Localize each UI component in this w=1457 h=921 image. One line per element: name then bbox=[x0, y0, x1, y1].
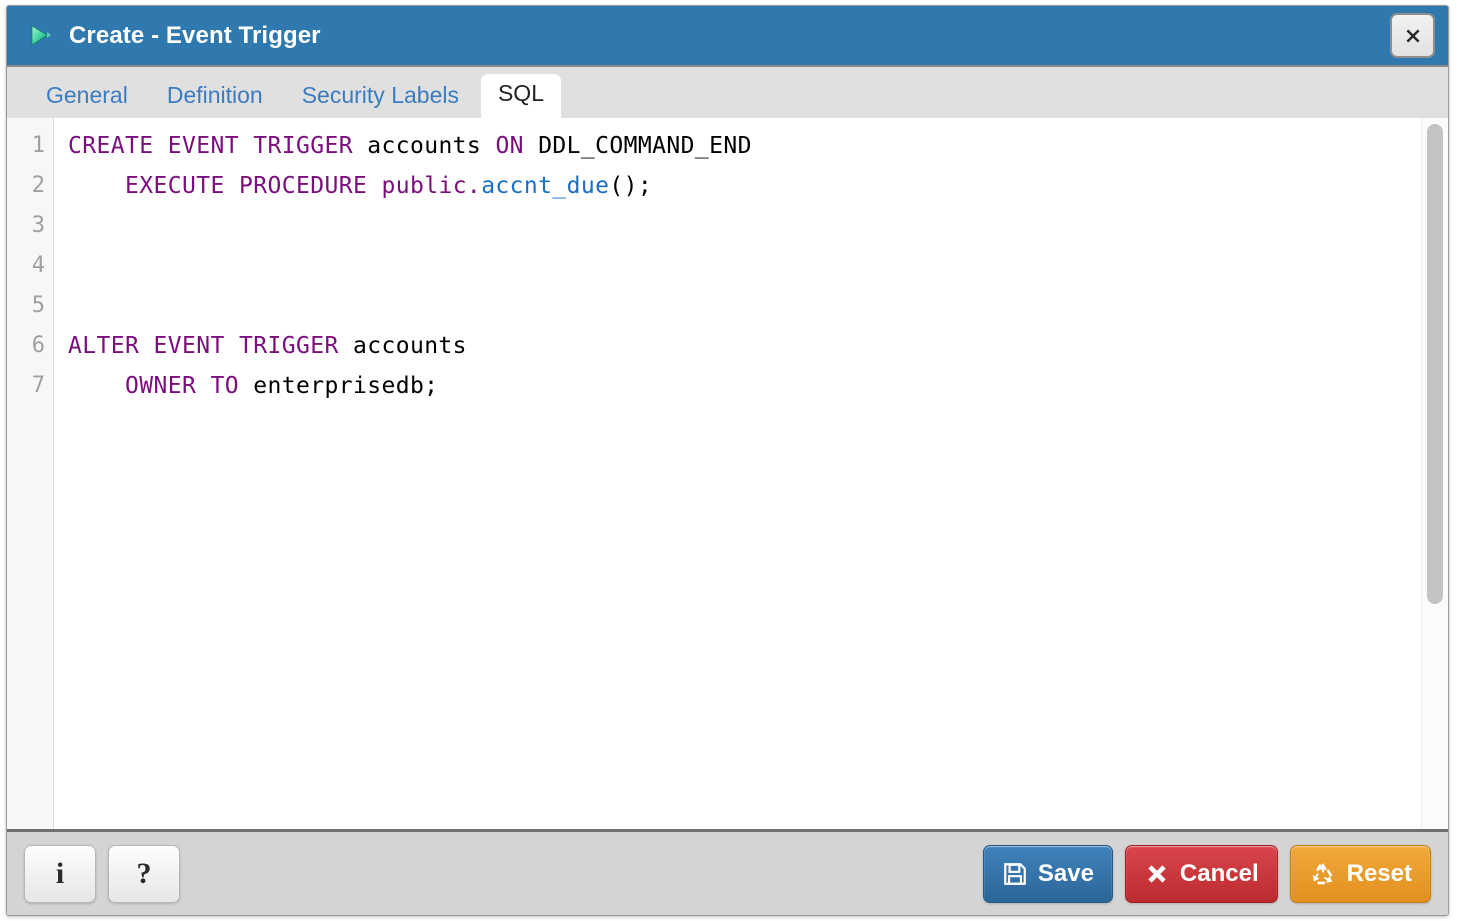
help-button[interactable]: ? bbox=[108, 845, 180, 903]
save-floppy-icon bbox=[1002, 861, 1028, 887]
sql-code-content[interactable]: CREATE EVENT TRIGGER accounts ON DDL_COM… bbox=[54, 118, 1448, 829]
question-mark-icon: ? bbox=[137, 857, 152, 891]
code-line: ALTER EVENT TRIGGER accounts bbox=[68, 326, 1448, 366]
code-line bbox=[68, 246, 1448, 286]
tab-general[interactable]: General bbox=[29, 76, 145, 118]
code-line: CREATE EVENT TRIGGER accounts ON DDL_COM… bbox=[68, 126, 1448, 166]
event-trigger-icon bbox=[27, 23, 53, 49]
code-token: ALTER EVENT TRIGGER bbox=[68, 333, 353, 359]
info-icon: i bbox=[56, 857, 64, 891]
code-line: OWNER TO enterprisedb; bbox=[68, 366, 1448, 406]
footer-left-buttons: i ? bbox=[24, 845, 180, 903]
code-token: accounts bbox=[367, 133, 495, 159]
code-token: enterprisedb; bbox=[253, 373, 438, 399]
line-number: 5 bbox=[7, 286, 53, 326]
vertical-scrollbar[interactable] bbox=[1421, 118, 1448, 829]
dialog-footer: i ? Save Cancel bbox=[7, 829, 1448, 915]
tab-strip: General Definition Security Labels SQL bbox=[7, 67, 1448, 118]
recycle-icon bbox=[1309, 860, 1337, 888]
code-token: OWNER TO bbox=[68, 373, 253, 399]
code-token: accounts bbox=[353, 333, 467, 359]
cancel-button-label: Cancel bbox=[1180, 860, 1259, 888]
reset-button-label: Reset bbox=[1347, 860, 1412, 888]
vertical-scrollbar-thumb[interactable] bbox=[1427, 124, 1443, 604]
info-button[interactable]: i bbox=[24, 845, 96, 903]
line-number: 4 bbox=[7, 246, 53, 286]
code-token: (); bbox=[609, 173, 652, 199]
save-button[interactable]: Save bbox=[983, 845, 1113, 903]
dialog-titlebar: Create - Event Trigger bbox=[7, 6, 1448, 67]
code-token: ON bbox=[495, 133, 538, 159]
cancel-button[interactable]: Cancel bbox=[1125, 845, 1278, 903]
sql-editor[interactable]: 1 2 3 4 5 6 7 CREATE EVENT TRIGGER accou… bbox=[7, 118, 1448, 829]
line-number-gutter: 1 2 3 4 5 6 7 bbox=[7, 118, 54, 829]
line-number: 2 bbox=[7, 166, 53, 206]
tab-definition[interactable]: Definition bbox=[150, 76, 280, 118]
code-line bbox=[68, 286, 1448, 326]
code-token: CREATE EVENT TRIGGER bbox=[68, 133, 367, 159]
dialog-title: Create - Event Trigger bbox=[69, 22, 1390, 50]
reset-button[interactable]: Reset bbox=[1290, 845, 1431, 903]
line-number: 7 bbox=[7, 366, 53, 406]
tab-sql[interactable]: SQL bbox=[481, 74, 561, 118]
code-line bbox=[68, 206, 1448, 246]
line-number: 3 bbox=[7, 206, 53, 246]
code-token: DDL_COMMAND_END bbox=[538, 133, 752, 159]
code-token: accnt_due bbox=[481, 173, 609, 199]
line-number: 6 bbox=[7, 326, 53, 366]
close-x-icon bbox=[1144, 861, 1170, 887]
create-event-trigger-dialog: Create - Event Trigger General Definitio… bbox=[6, 5, 1449, 916]
code-token: EXECUTE PROCEDURE bbox=[68, 173, 381, 199]
line-number: 1 bbox=[7, 126, 53, 166]
footer-right-buttons: Save Cancel Reset bbox=[983, 845, 1431, 903]
close-button[interactable] bbox=[1390, 13, 1435, 58]
close-icon bbox=[1402, 25, 1424, 47]
code-line: EXECUTE PROCEDURE public.accnt_due(); bbox=[68, 166, 1448, 206]
save-button-label: Save bbox=[1038, 860, 1094, 888]
tab-security-labels[interactable]: Security Labels bbox=[285, 76, 476, 118]
code-token: public. bbox=[381, 173, 481, 199]
